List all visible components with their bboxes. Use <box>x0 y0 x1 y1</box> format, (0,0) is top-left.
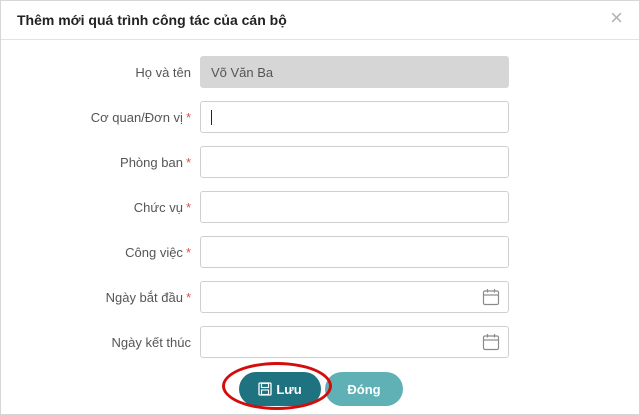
close-icon[interactable]: × <box>610 7 623 29</box>
field-phong-ban: Phòng ban * <box>1 146 639 180</box>
field-co-quan: Cơ quan/Đơn vị * <box>1 101 639 135</box>
field-label: Cơ quan/Đơn vị * <box>90 110 191 125</box>
field-label: Phòng ban * <box>120 155 191 170</box>
field-chuc-vu: Chức vụ * <box>1 191 639 225</box>
ngay-ket-thuc-input[interactable] <box>200 326 509 358</box>
required-marker: * <box>185 245 191 260</box>
chuc-vu-input[interactable] <box>200 191 509 223</box>
text-cursor <box>211 110 212 125</box>
field-ho-va-ten: Họ và tên <box>1 56 639 90</box>
floppy-disk-icon <box>258 382 272 396</box>
cong-viec-input[interactable] <box>200 236 509 268</box>
calendar-icon[interactable] <box>482 288 500 306</box>
field-ngay-ket-thuc: Ngày kết thúc <box>1 326 639 360</box>
save-button[interactable]: Lưu <box>239 372 321 406</box>
required-marker: * <box>185 200 191 215</box>
dialog-header: Thêm mới quá trình công tác của cán bộ × <box>1 1 639 40</box>
field-label: Chức vụ * <box>133 200 191 215</box>
required-marker: * <box>185 290 191 305</box>
phong-ban-input[interactable] <box>200 146 509 178</box>
field-cong-viec: Công việc * <box>1 236 639 270</box>
required-marker: * <box>185 155 191 170</box>
field-ngay-bat-dau: Ngày bắt đầu * <box>1 281 639 315</box>
field-label: Công việc * <box>125 245 191 260</box>
dialog: Thêm mới quá trình công tác của cán bộ ×… <box>0 0 640 415</box>
ngay-bat-dau-input[interactable] <box>200 281 509 313</box>
dialog-title: Thêm mới quá trình công tác của cán bộ <box>17 12 287 28</box>
field-label: Ngày kết thúc <box>111 335 192 350</box>
close-button-label: Đóng <box>347 381 381 397</box>
field-label: Họ và tên <box>135 65 191 80</box>
save-button-label: Lưu <box>276 381 302 397</box>
co-quan-input[interactable] <box>200 101 509 133</box>
ho-va-ten-input <box>200 56 509 88</box>
calendar-icon[interactable] <box>482 333 500 351</box>
field-label: Ngày bắt đầu * <box>105 290 191 305</box>
required-marker: * <box>185 110 191 125</box>
close-button[interactable]: Đóng <box>325 372 403 406</box>
